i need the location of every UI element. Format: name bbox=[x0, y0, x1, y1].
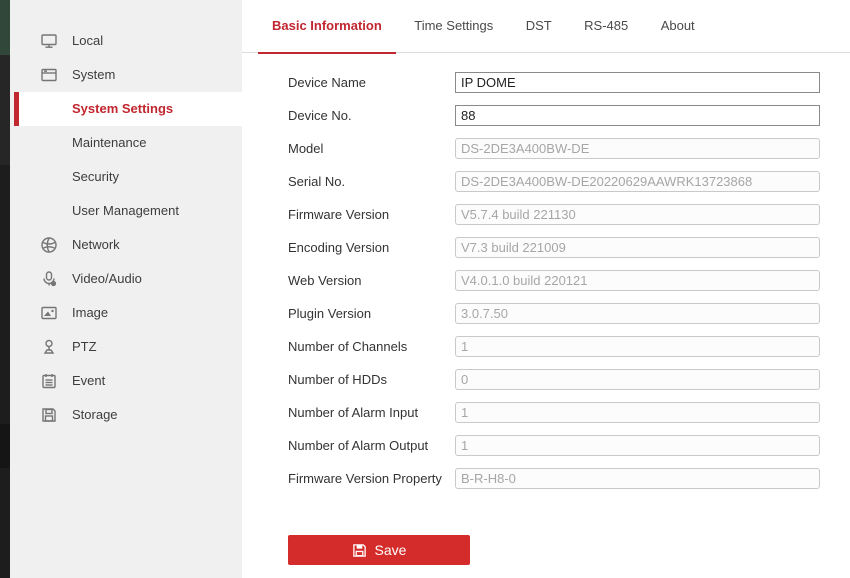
form-row: Device Name bbox=[242, 66, 850, 99]
basic-information-form: Device Name Device No. Model Serial No. … bbox=[242, 66, 850, 565]
form-row: Number of Alarm Input bbox=[242, 396, 850, 429]
sidebar-item-system[interactable]: System bbox=[14, 58, 242, 92]
background-video-strip bbox=[0, 0, 10, 578]
video-fragment bbox=[0, 424, 10, 468]
serial-no-label: Serial No. bbox=[288, 174, 346, 189]
form-row: Serial No. bbox=[242, 165, 850, 198]
model-label: Model bbox=[288, 141, 324, 156]
sidebar-item-label: Local bbox=[72, 33, 104, 48]
system-window-icon bbox=[40, 66, 58, 84]
number-of-alarm-input-value bbox=[455, 402, 820, 423]
firmware-version-property-label: Firmware Version Property bbox=[288, 471, 442, 486]
storage-floppy-icon bbox=[40, 406, 58, 424]
form-row: Plugin Version bbox=[242, 297, 850, 330]
form-row: Firmware Version Property bbox=[242, 462, 850, 495]
tab-dst[interactable]: DST bbox=[512, 0, 566, 53]
sidebar-item-system-settings[interactable]: System Settings bbox=[14, 92, 242, 126]
sidebar-item-user-management[interactable]: User Management bbox=[14, 194, 242, 228]
sidebar-item-label: Video/Audio bbox=[72, 271, 142, 286]
number-of-hdds-value bbox=[455, 369, 820, 390]
sidebar: Local System System Settings Maintenance… bbox=[10, 0, 242, 578]
sidebar-item-label: PTZ bbox=[72, 339, 97, 354]
video-fragment bbox=[0, 55, 10, 165]
form-row: Encoding Version bbox=[242, 231, 850, 264]
tab-basic-information[interactable]: Basic Information bbox=[258, 0, 396, 54]
number-of-alarm-output-value bbox=[455, 435, 820, 456]
save-icon bbox=[352, 543, 367, 558]
network-globe-icon bbox=[40, 236, 58, 254]
microphone-icon bbox=[40, 270, 58, 288]
sidebar-item-network[interactable]: Network bbox=[14, 228, 242, 262]
web-version-value bbox=[455, 270, 820, 291]
device-no-label: Device No. bbox=[288, 108, 352, 123]
number-of-hdds-label: Number of HDDs bbox=[288, 372, 387, 387]
sidebar-item-label: Security bbox=[72, 169, 119, 184]
firmware-version-label: Firmware Version bbox=[288, 207, 390, 222]
form-row: Model bbox=[242, 132, 850, 165]
save-button-label: Save bbox=[374, 542, 407, 558]
sidebar-item-label: Image bbox=[72, 305, 109, 320]
serial-no-value bbox=[455, 171, 820, 192]
tab-rs-485[interactable]: RS-485 bbox=[570, 0, 642, 53]
sidebar-item-label: Network bbox=[72, 237, 120, 252]
encoding-version-label: Encoding Version bbox=[288, 240, 390, 255]
number-of-alarm-input-label: Number of Alarm Input bbox=[288, 405, 419, 420]
sidebar-item-video-audio[interactable]: Video/Audio bbox=[14, 262, 242, 296]
form-row: Number of Channels bbox=[242, 330, 850, 363]
sidebar-item-label: Storage bbox=[72, 407, 118, 422]
sidebar-item-image[interactable]: Image bbox=[14, 296, 242, 330]
sidebar-item-security[interactable]: Security bbox=[14, 160, 242, 194]
device-name-input[interactable] bbox=[455, 72, 820, 93]
sidebar-item-maintenance[interactable]: Maintenance bbox=[14, 126, 242, 160]
model-value bbox=[455, 138, 820, 159]
firmware-version-value bbox=[455, 204, 820, 225]
form-row: Web Version bbox=[242, 264, 850, 297]
monitor-icon bbox=[40, 32, 58, 50]
form-row: Number of HDDs bbox=[242, 363, 850, 396]
encoding-version-value bbox=[455, 237, 820, 258]
main-content: Basic Information Time Settings DST RS-4… bbox=[242, 0, 850, 578]
sidebar-item-local[interactable]: Local bbox=[14, 24, 242, 58]
web-version-label: Web Version bbox=[288, 273, 362, 288]
video-fragment bbox=[0, 0, 10, 55]
plugin-version-label: Plugin Version bbox=[288, 306, 372, 321]
sidebar-item-label: System Settings bbox=[72, 101, 174, 116]
form-row: Device No. bbox=[242, 99, 850, 132]
image-icon bbox=[40, 304, 58, 322]
sidebar-item-event[interactable]: Event bbox=[14, 364, 242, 398]
tab-about[interactable]: About bbox=[647, 0, 709, 53]
sidebar-item-ptz[interactable]: PTZ bbox=[14, 330, 242, 364]
number-of-alarm-output-label: Number of Alarm Output bbox=[288, 438, 429, 453]
number-of-channels-value bbox=[455, 336, 820, 357]
plugin-version-value bbox=[455, 303, 820, 324]
sidebar-item-label: System bbox=[72, 67, 116, 82]
event-notepad-icon bbox=[40, 372, 58, 390]
save-button[interactable]: Save bbox=[288, 535, 470, 565]
device-no-input[interactable] bbox=[455, 105, 820, 126]
number-of-channels-label: Number of Channels bbox=[288, 339, 408, 354]
sidebar-item-label: User Management bbox=[72, 203, 179, 218]
device-config-page: Local System System Settings Maintenance… bbox=[0, 0, 850, 578]
form-row: Number of Alarm Output bbox=[242, 429, 850, 462]
form-row: Firmware Version bbox=[242, 198, 850, 231]
tab-time-settings[interactable]: Time Settings bbox=[400, 0, 507, 53]
sidebar-item-label: Event bbox=[72, 373, 106, 388]
device-name-label: Device Name bbox=[288, 75, 367, 90]
ptz-joystick-icon bbox=[40, 338, 58, 356]
sidebar-item-storage[interactable]: Storage bbox=[14, 398, 242, 432]
sidebar-item-label: Maintenance bbox=[72, 135, 147, 150]
firmware-version-property-value bbox=[455, 468, 820, 489]
tab-bar: Basic Information Time Settings DST RS-4… bbox=[242, 0, 850, 54]
